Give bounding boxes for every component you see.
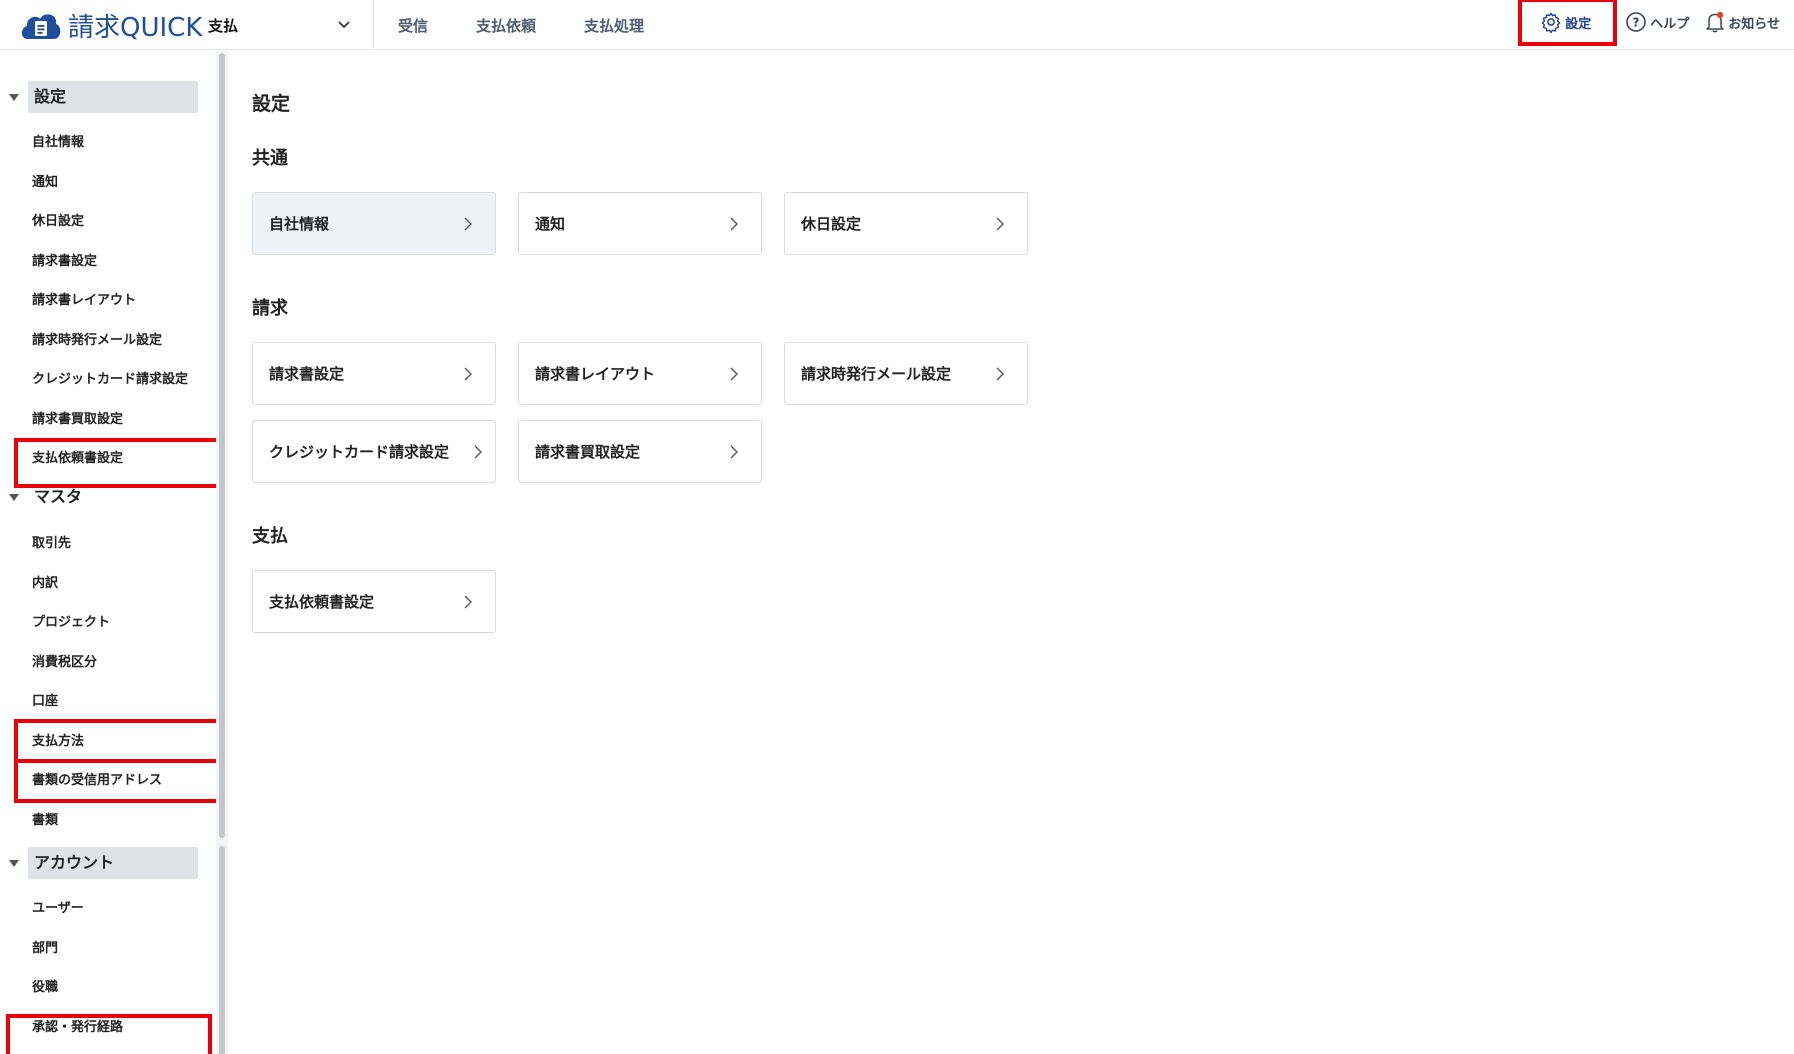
help-circle-icon: ? (1626, 12, 1647, 32)
card-label: 請求時発行メール設定 (801, 365, 952, 383)
svg-text:?: ? (1633, 16, 1640, 30)
sidebar-item-projects[interactable]: プロジェクト (32, 611, 110, 635)
card-label: 請求書買取設定 (535, 443, 641, 461)
caret-down-icon (9, 493, 19, 501)
card-label: 支払依頼書設定 (269, 593, 375, 611)
card-label: 請求書設定 (269, 365, 345, 383)
section-title-payment: 支払 (252, 526, 288, 547)
sidebar-item-credit-card[interactable]: クレジットカード請求設定 (32, 368, 188, 392)
notifications-label: お知らせ (1728, 16, 1780, 32)
chevron-right-icon (730, 367, 738, 381)
chevron-right-icon (996, 217, 1004, 231)
module-select-value: 支払 (208, 16, 239, 35)
logo-text: 請求QUICK (68, 12, 203, 43)
app-header: 請求QUICK 支払 受信 支払依頼 支払処理 設定 ? ヘルプ お知らせ (0, 0, 1794, 50)
sidebar-item-invoice-settings[interactable]: 請求書設定 (32, 250, 97, 274)
section-title-common: 共通 (252, 148, 288, 169)
sidebar-item-departments[interactable]: 部門 (32, 937, 58, 961)
highlight-box (6, 1014, 212, 1054)
sidebar-item-users[interactable]: ユーザー (32, 897, 84, 921)
caret-down-icon (9, 859, 19, 867)
sidebar-item-positions[interactable]: 役職 (32, 976, 58, 1000)
tab-payment-request[interactable]: 支払依頼 (476, 15, 536, 36)
settings-label: 設定 (1565, 16, 1592, 32)
cloud-logo-icon (21, 14, 61, 40)
sidebar-item-breakdown[interactable]: 内訳 (32, 572, 58, 596)
highlight-box (14, 719, 220, 763)
chevron-right-icon (464, 595, 472, 609)
card-notifications[interactable]: 通知 (518, 192, 762, 255)
card-label: 休日設定 (801, 215, 862, 233)
sidebar: 設定 自社情報 通知 休日設定 請求書設定 請求書レイアウト 請求時発行メール設… (0, 51, 220, 1054)
bell-icon (1706, 11, 1724, 33)
gear-icon (1541, 12, 1561, 33)
sidebar-item-invoice-email[interactable]: 請求時発行メール設定 (32, 329, 162, 353)
sidebar-item-company-info[interactable]: 自社情報 (32, 131, 84, 155)
page-title: 設定 (252, 93, 291, 115)
help-label: ヘルプ (1650, 16, 1690, 32)
card-invoice-settings[interactable]: 請求書設定 (252, 342, 496, 405)
card-invoice-email[interactable]: 請求時発行メール設定 (784, 342, 1028, 405)
highlight-box (14, 438, 220, 488)
header-actions: 設定 ? ヘルプ お知らせ (1510, 0, 1780, 46)
scrollbar-thumb[interactable] (219, 846, 225, 1054)
card-label: 請求書レイアウト (535, 365, 656, 383)
chevron-down-icon (338, 21, 350, 29)
sidebar-item-documents[interactable]: 書類 (32, 809, 58, 833)
card-credit-card[interactable]: クレジットカード請求設定 (252, 420, 496, 483)
card-label: クレジットカード請求設定 (269, 443, 450, 461)
sidebar-item-holidays[interactable]: 休日設定 (32, 210, 84, 234)
chevron-right-icon (730, 445, 738, 459)
card-label: 通知 (535, 215, 566, 233)
tab-receive[interactable]: 受信 (398, 15, 428, 36)
sidebar-group-label: 設定 (28, 81, 198, 113)
chevron-right-icon (464, 217, 472, 231)
caret-down-icon (9, 93, 19, 101)
help-button[interactable]: ? ヘルプ (1625, 11, 1689, 33)
top-nav: 受信 支払依頼 支払処理 (398, 0, 692, 50)
sidebar-group-account[interactable]: アカウント (0, 847, 198, 879)
sidebar-item-notifications[interactable]: 通知 (32, 171, 58, 195)
sidebar-item-accounts[interactable]: 口座 (32, 690, 58, 714)
sidebar-item-partners[interactable]: 取引先 (32, 532, 71, 556)
sidebar-group-label: アカウント (28, 847, 198, 879)
chevron-right-icon (996, 367, 1004, 381)
sidebar-scrollbar[interactable] (216, 51, 228, 1054)
scrollbar-thumb[interactable] (219, 53, 225, 838)
highlight-box (14, 759, 220, 803)
sidebar-item-invoice-layout[interactable]: 請求書レイアウト (32, 289, 136, 313)
card-company-info[interactable]: 自社情報 (252, 192, 496, 255)
chevron-right-icon (474, 445, 482, 459)
module-select[interactable]: 支払 (208, 0, 374, 50)
chevron-right-icon (464, 367, 472, 381)
sidebar-item-invoice-purchase[interactable]: 請求書買取設定 (32, 408, 123, 432)
sidebar-group-settings[interactable]: 設定 (0, 81, 198, 113)
card-holidays[interactable]: 休日設定 (784, 192, 1028, 255)
settings-button[interactable]: 設定 (1518, 0, 1618, 46)
chevron-right-icon (730, 217, 738, 231)
card-label: 自社情報 (269, 215, 330, 233)
section-title-billing: 請求 (252, 298, 288, 319)
app-logo[interactable]: 請求QUICK (18, 8, 203, 43)
sidebar-item-tax-category[interactable]: 消費税区分 (32, 651, 97, 675)
card-payment-request-settings[interactable]: 支払依頼書設定 (252, 570, 496, 633)
tab-payment-processing[interactable]: 支払処理 (584, 15, 644, 36)
card-invoice-purchase[interactable]: 請求書買取設定 (518, 420, 762, 483)
notifications-button[interactable]: お知らせ (1705, 11, 1780, 33)
card-invoice-layout[interactable]: 請求書レイアウト (518, 342, 762, 405)
